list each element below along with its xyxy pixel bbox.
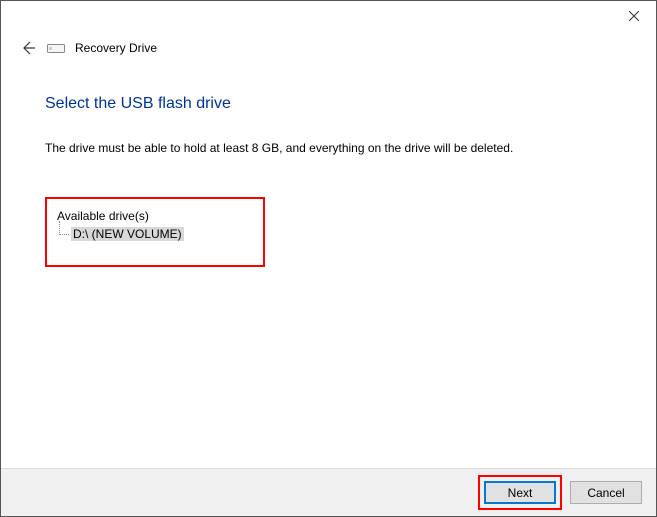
- recovery-drive-wizard-window: Recovery Drive Select the USB flash driv…: [0, 0, 657, 517]
- wizard-footer: Next Cancel: [1, 468, 656, 516]
- back-button[interactable]: [19, 39, 37, 57]
- wizard-header: Recovery Drive: [1, 31, 656, 65]
- wizard-title: Recovery Drive: [75, 41, 157, 55]
- next-button-highlight: Next: [478, 475, 562, 510]
- page-description: The drive must be able to hold at least …: [45, 141, 612, 155]
- available-drives-section: Available drive(s) D:\ (NEW VOLUME): [45, 197, 265, 267]
- drive-item-label: D:\ (NEW VOLUME): [73, 227, 182, 241]
- drive-icon: [47, 42, 65, 54]
- close-icon: [629, 11, 639, 21]
- close-button[interactable]: [611, 1, 656, 31]
- drive-list-item[interactable]: D:\ (NEW VOLUME): [71, 227, 184, 241]
- available-drives-label: Available drive(s): [57, 209, 253, 223]
- content-area: Select the USB flash drive The drive mus…: [1, 65, 656, 267]
- titlebar: [1, 1, 656, 31]
- cancel-button[interactable]: Cancel: [570, 481, 642, 504]
- page-heading: Select the USB flash drive: [45, 95, 612, 113]
- back-arrow-icon: [20, 40, 36, 56]
- next-button[interactable]: Next: [484, 481, 556, 504]
